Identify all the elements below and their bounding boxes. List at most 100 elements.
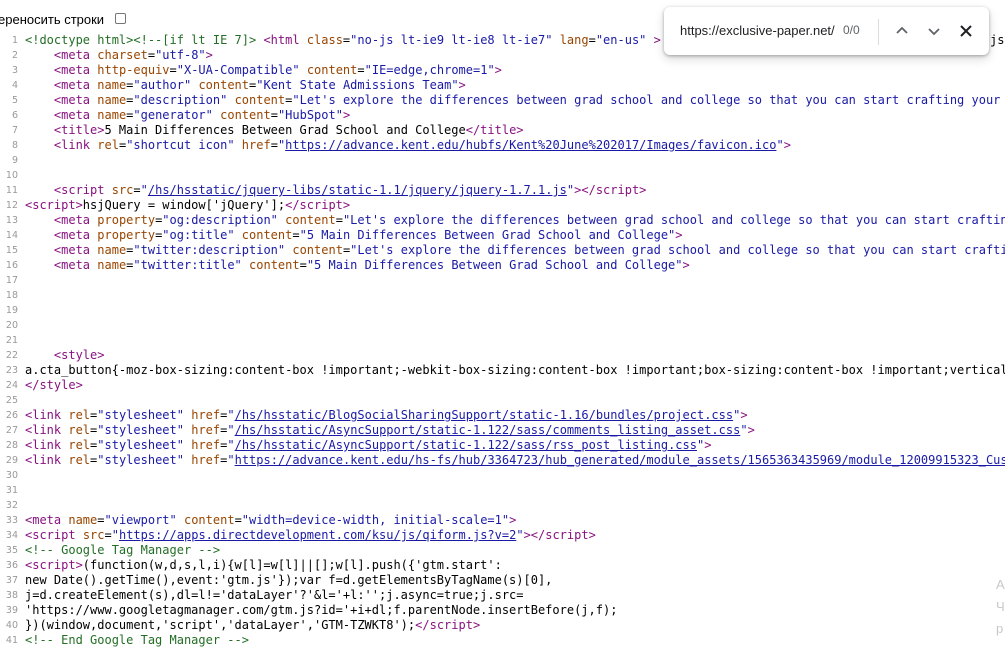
source-link[interactable]: https://advance.kent.edu/hubfs/Kent%20Ju… [285, 138, 776, 152]
line-number: 14 [5, 230, 18, 241]
line-number: 9 [11, 155, 18, 166]
line-number: 24 [5, 380, 18, 391]
source-link[interactable]: /hs/hsstatic/BlogSocialSharingSupport/st… [235, 408, 734, 422]
line-content: <script src="/hs/hsstatic/jquery-libs/st… [53, 183, 647, 197]
source-line: 33 <meta name="viewport" content="width=d… [0, 513, 1005, 528]
source-line: 37 new Date().getTime(),event:'gtm.js'});… [0, 573, 1005, 588]
source-line: 8 <link rel="shortcut icon" href="https:… [0, 138, 1005, 153]
line-content: <meta name="description" content="Let's … [53, 93, 1005, 107]
line-number: 23 [5, 365, 18, 376]
line-number: 15 [5, 245, 18, 256]
source-line: 38 j=d.createElement(s),dl=l!='dataLayer'… [0, 588, 1005, 603]
source-line: 25 [0, 393, 1005, 408]
line-content: <link rel="stylesheet" href="/hs/hsstati… [25, 423, 755, 437]
line-number: 37 [5, 575, 18, 586]
line-content: <meta charset="utf-8"> [53, 48, 213, 62]
line-number: 34 [5, 530, 18, 541]
line-number: 20 [5, 320, 18, 331]
line-number: 4 [11, 80, 18, 91]
line-number: 32 [5, 500, 18, 511]
line-number: 6 [11, 110, 18, 121]
line-content: <meta name="twitter:title" content="5 Ma… [53, 258, 690, 272]
source-line: 31 [0, 483, 1005, 498]
line-number: 38 [5, 590, 18, 601]
line-number: 30 [5, 470, 18, 481]
source-code-view: 1 <!doctype html><!--[if lt IE 7]> <html … [0, 33, 1005, 648]
line-number: 39 [5, 605, 18, 616]
source-link[interactable]: /hs/hsstatic/jquery-libs/static-1.1/jque… [148, 183, 567, 197]
source-line: 34 <script src="https://apps.directdevelo… [0, 528, 1005, 543]
line-number: 12 [5, 200, 18, 211]
line-content: <link rel="stylesheet" href="https://adv… [25, 453, 1005, 468]
line-content: </style> [25, 378, 83, 392]
find-in-page-bar: https://exclusive-paper.net/ 0/0 [664, 7, 989, 55]
source-line: 35 <!-- Google Tag Manager --> [0, 543, 1005, 558]
chevron-down-icon [928, 28, 940, 36]
side-ghost-letter: р [996, 621, 1004, 636]
line-content: <meta name="generator" content="HubSpot"… [53, 108, 351, 122]
source-line: 23 a.cta_button{-moz-box-sizing:content-b… [0, 363, 1005, 378]
line-number: 16 [5, 260, 18, 271]
wrap-lines-checkbox[interactable] [115, 13, 126, 24]
source-line: 28 <link rel="stylesheet" href="/hs/hssta… [0, 438, 1005, 453]
source-link[interactable]: /hs/hsstatic/AsyncSupport/static-1.122/s… [235, 423, 741, 437]
source-line: 21 [0, 333, 1005, 348]
source-line: 27 <link rel="stylesheet" href="/hs/hssta… [0, 423, 1005, 438]
line-number: 1 [11, 35, 18, 46]
source-line: 14 <meta property="og:title" content="5 … [0, 228, 1005, 243]
side-ghost-letter: А [996, 577, 1005, 592]
source-line: 24 </style> [0, 378, 1005, 393]
find-close-button[interactable] [954, 19, 978, 43]
source-link[interactable]: /hs/hsstatic/AsyncSupport/static-1.122/s… [235, 438, 697, 452]
source-line: 15 <meta name="twitter:description" cont… [0, 243, 1005, 258]
line-number: 5 [11, 95, 18, 106]
close-icon [960, 25, 972, 37]
line-number: 19 [5, 305, 18, 316]
wrap-lines-label: ереносить строки [0, 12, 105, 27]
line-number: 28 [5, 440, 18, 451]
chevron-up-icon [896, 26, 908, 34]
line-content: <meta property="og:title" content="5 Mai… [53, 228, 683, 242]
line-content: <meta name="author" content="Kent State … [53, 78, 466, 92]
line-number: 17 [5, 275, 18, 286]
find-input[interactable]: https://exclusive-paper.net/ [680, 23, 835, 38]
line-content: <link rel="shortcut icon" href="https://… [53, 138, 791, 152]
source-line: 26 <link rel="stylesheet" href="/hs/hssta… [0, 408, 1005, 423]
line-content: <style> [53, 348, 105, 362]
source-line: 29 <link rel="stylesheet" href="https://a… [0, 453, 1005, 468]
line-content: j=d.createElement(s),dl=l!='dataLayer'?'… [25, 588, 524, 602]
line-number: 36 [5, 560, 18, 571]
line-content: <!-- End Google Tag Manager --> [25, 633, 249, 647]
source-line: 39 'https://www.googletagmanager.com/gtm.… [0, 603, 1005, 618]
source-line: 7 <title>5 Main Differences Between Grad… [0, 123, 1005, 138]
source-link[interactable]: https://apps.directdevelopment.com/ksu/j… [119, 528, 516, 542]
line-number: 11 [5, 185, 18, 196]
source-line: 30 [0, 468, 1005, 483]
line-number: 8 [11, 140, 18, 151]
line-number: 18 [5, 290, 18, 301]
line-content: new Date().getTime(),event:'gtm.js'});va… [25, 573, 553, 587]
line-content: <!doctype html><!--[if lt IE 7]> <html c… [25, 33, 661, 47]
source-line: 20 [0, 318, 1005, 333]
line-number: 21 [5, 335, 18, 346]
line-number: 41 [5, 635, 18, 646]
line-number: 31 [5, 485, 18, 496]
source-line: 32 [0, 498, 1005, 513]
source-line: 18 [0, 288, 1005, 303]
find-match-count: 0/0 [843, 23, 860, 37]
line-content: <link rel="stylesheet" href="/hs/hsstati… [25, 438, 712, 452]
line-number: 2 [11, 50, 18, 61]
source-link[interactable]: https://advance.kent.edu/hs-fs/hub/33647… [235, 453, 1005, 467]
line-content: <script>hsjQuery = window['jQuery'];</sc… [25, 198, 351, 212]
find-previous-button[interactable] [890, 19, 914, 43]
line-number: 13 [5, 215, 18, 226]
source-line: 40})(window,document,'script','dataLayer… [0, 618, 1005, 633]
source-line: 17 [0, 273, 1005, 288]
line-number: 29 [5, 455, 18, 466]
find-next-button[interactable] [922, 19, 946, 43]
source-line: 36 <script>(function(w,d,s,l,i){w[l]=w[l]… [0, 558, 1005, 573]
line-content: <script>(function(w,d,s,l,i){w[l]=w[l]||… [25, 558, 502, 572]
source-line: 12 <script>hsjQuery = window['jQuery'];</… [0, 198, 1005, 213]
line-number: 40 [5, 620, 18, 631]
line-number: 27 [5, 425, 18, 436]
